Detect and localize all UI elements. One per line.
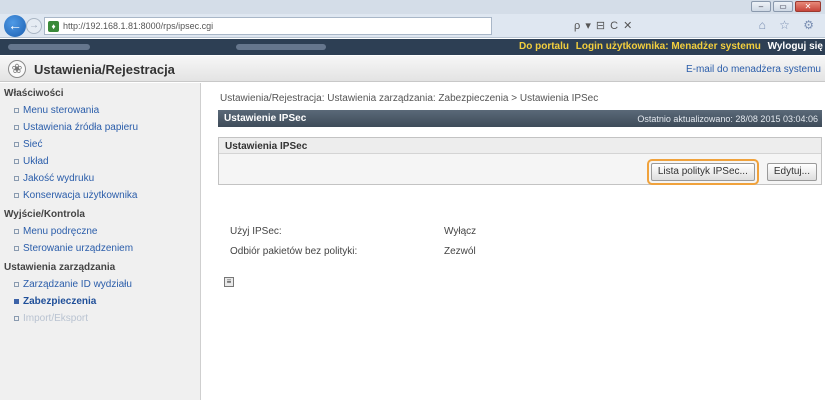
sidebar-item-paper-source[interactable]: Ustawienia źródła papieru [0, 119, 200, 136]
top-navigation-bar: Do portalu Login użytkownika: Menadżer s… [0, 39, 825, 55]
sidebar-item-label: Menu podręczne [23, 226, 98, 237]
window-controls: – ▭ ✕ [751, 1, 821, 12]
browser-title-bar: – ▭ ✕ [0, 0, 825, 14]
sidebar-item-quick-menu[interactable]: Menu podręczne [0, 223, 200, 240]
bullet-icon [14, 282, 19, 287]
sidebar-section-title: Wyjście/Kontrola [4, 209, 85, 220]
sidebar-item-label: Konserwacja użytkownika [23, 190, 138, 201]
sidebar-section-title: Ustawienia zarządzania [4, 262, 116, 273]
section-header-bar: Ustawienie IPSec Ostatnio aktualizowano:… [218, 110, 822, 127]
bullet-icon [14, 246, 19, 251]
back-arrow-icon[interactable]: ← [4, 15, 26, 37]
app-title: Ustawienia/Rejestracja [34, 62, 175, 77]
sidebar-item-department-id[interactable]: Zarządzanie ID wydziału [0, 276, 200, 293]
ipsec-settings-panel: Ustawienia IPSec Lista polityk IPSec... … [218, 137, 822, 185]
logout-link[interactable]: Wyloguj się [768, 41, 823, 52]
url-field[interactable]: ♦ http://192.168.1.81:8000/rps/ipsec.cgi [44, 17, 492, 35]
button-highlight: Lista polityk IPSec... [646, 159, 759, 185]
panel-title: Ustawienia IPSec [219, 138, 821, 154]
sidebar-item-label: Jakość wydruku [23, 173, 95, 184]
sidebar-section-title: Właściwości [4, 88, 64, 99]
bullet-icon [14, 193, 19, 198]
sidebar: Właściwości Menu sterowania Ustawienia ź… [0, 83, 201, 400]
browser-address-bar: ← → ♦ http://192.168.1.81:8000/rps/ipsec… [0, 14, 825, 38]
panel-buttons: Lista polityk IPSec... Edytuj... [646, 159, 817, 185]
sidebar-item-label: Sieć [23, 139, 43, 150]
sidebar-item-network[interactable]: Sieć [0, 136, 200, 153]
bullet-icon [14, 125, 19, 130]
sidebar-item-device-control[interactable]: Sterowanie urządzeniem [0, 240, 200, 257]
use-ipsec-row: Użyj IPSec: Wyłącz [230, 226, 476, 237]
section-title: Ustawienie IPSec [224, 113, 307, 124]
address-controls[interactable]: ρ ▾ ⊟ C ✕ [574, 19, 633, 32]
sidebar-item-label: Układ [23, 156, 49, 167]
last-updated-text: Ostatnio aktualizowano: 28/08 2015 03:04… [637, 114, 818, 124]
url-text: http://192.168.1.81:8000/rps/ipsec.cgi [63, 21, 214, 31]
bullet-icon [14, 176, 19, 181]
breadcrumb: Ustawienia/Rejestracja: Ustawienia zarzą… [220, 93, 599, 104]
sidebar-item-label: Menu sterowania [23, 105, 100, 116]
settings-logo-icon: ❀ [8, 60, 26, 78]
sidebar-item-import-export[interactable]: Import/Eksport [0, 310, 200, 327]
blurred-device-name [8, 44, 90, 50]
bullet-icon [14, 108, 19, 113]
app-header: ❀ Ustawienia/Rejestracja E-mail do menad… [0, 56, 825, 82]
sidebar-item-label: Ustawienia źródła papieru [23, 122, 139, 133]
close-icon[interactable]: ✕ [795, 1, 821, 12]
portal-link[interactable]: Do portalu [519, 41, 569, 52]
blurred-device-info [236, 44, 326, 50]
bullet-icon [14, 142, 19, 147]
maximize-icon[interactable]: ▭ [773, 1, 793, 12]
edit-button[interactable]: Edytuj... [766, 163, 817, 181]
login-user-info: Login użytkownika: Menadżer systemu [575, 41, 761, 52]
sidebar-item-label: Zarządzanie ID wydziału [23, 279, 132, 290]
sidebar-item-label: Zabezpieczenia [23, 296, 97, 307]
receive-packets-value: Zezwól [444, 246, 476, 257]
minimize-icon[interactable]: – [751, 1, 771, 12]
sidebar-item-security[interactable]: Zabezpieczenia [0, 293, 200, 310]
print-icon[interactable]: ≡ [224, 277, 234, 287]
bullet-icon [14, 159, 19, 164]
sidebar-item-label: Import/Eksport [23, 313, 89, 324]
forward-arrow-icon[interactable]: → [26, 18, 42, 34]
receive-packets-label: Odbiór pakietów bez polityki: [230, 246, 358, 257]
bullet-icon [14, 316, 19, 321]
bullet-icon [14, 299, 19, 304]
receive-packets-row: Odbiór pakietów bez polityki: Zezwól [230, 246, 476, 257]
email-admin-link[interactable]: E-mail do menadżera systemu [686, 64, 821, 75]
browser-toolbar-icons[interactable]: ⌂ ☆ ⚙ [759, 18, 819, 32]
site-icon: ♦ [48, 21, 59, 32]
sidebar-item-label: Sterowanie urządzeniem [23, 243, 134, 254]
use-ipsec-value: Wyłącz [444, 226, 477, 237]
sidebar-item-layout[interactable]: Układ [0, 153, 200, 170]
ipsec-policy-list-button[interactable]: Lista polityk IPSec... [650, 163, 755, 181]
main-content: Ustawienia/Rejestracja: Ustawienia zarzą… [212, 83, 822, 400]
sidebar-item-user-maintenance[interactable]: Konserwacja użytkownika [0, 187, 200, 204]
use-ipsec-label: Użyj IPSec: [230, 226, 282, 237]
bullet-icon [14, 229, 19, 234]
sidebar-item-print-quality[interactable]: Jakość wydruku [0, 170, 200, 187]
sidebar-item-menu-sterowania[interactable]: Menu sterowania [0, 102, 200, 119]
top-links: Do portalu Login użytkownika: Menadżer s… [519, 41, 823, 52]
